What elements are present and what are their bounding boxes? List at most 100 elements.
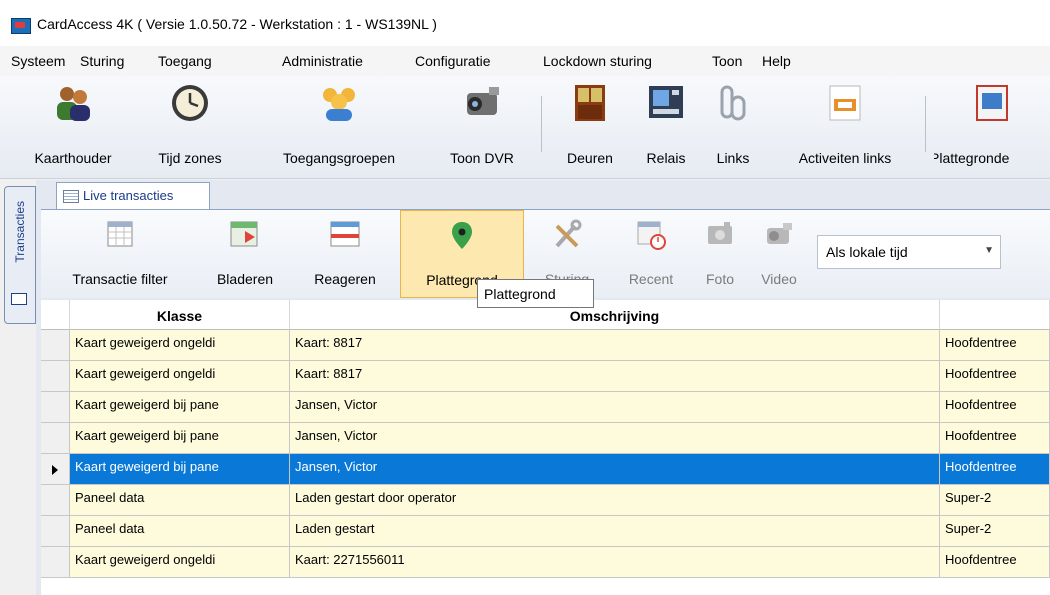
- links-button[interactable]: Links: [702, 76, 764, 176]
- plattegrond-tooltip: Plattegrond: [477, 279, 594, 308]
- cell-omschrijving: Jansen, Victor: [290, 423, 940, 454]
- door-icon: [575, 85, 605, 121]
- respond-icon: [330, 221, 360, 247]
- relais-button[interactable]: Relais: [633, 76, 699, 176]
- cell-location: Hoofdentree: [940, 547, 1050, 578]
- photo-icon: [708, 222, 732, 244]
- row-header[interactable]: [41, 330, 70, 361]
- activeiten-links-button[interactable]: Activeiten links: [774, 76, 916, 176]
- browse-icon: [230, 221, 258, 247]
- menu-help[interactable]: Help: [762, 53, 791, 69]
- row-header-corner: [41, 300, 70, 330]
- cell-klasse: Paneel data: [70, 485, 290, 516]
- table-row[interactable]: Kaart geweigerd bij pane Jansen, Victor …: [41, 423, 1050, 454]
- row-header[interactable]: [41, 392, 70, 423]
- column-header-3[interactable]: [940, 300, 1050, 330]
- camera-icon: [467, 87, 499, 115]
- menu-toegang[interactable]: Toegang: [158, 53, 212, 69]
- video-camera-icon: [767, 223, 792, 244]
- column-header-omschrijving[interactable]: Omschrijving: [290, 300, 940, 330]
- cell-omschrijving: Kaart: 8817: [290, 361, 940, 392]
- cell-klasse: Paneel data: [70, 516, 290, 547]
- table-row[interactable]: Kaart geweigerd bij pane Jansen, Victor …: [41, 392, 1050, 423]
- cell-location: Hoofdentree: [940, 361, 1050, 392]
- row-header[interactable]: [41, 485, 70, 516]
- row-header[interactable]: [41, 547, 70, 578]
- group-icon: [323, 88, 355, 121]
- column-header-klasse[interactable]: Klasse: [70, 300, 290, 330]
- cell-omschrijving: Kaart: 2271556011: [290, 547, 940, 578]
- cell-klasse: Kaart geweigerd ongeldi: [70, 547, 290, 578]
- cell-omschrijving: Jansen, Victor: [290, 392, 940, 423]
- main-toolbar: Kaarthouder Tijd zones Toegangsgroepen T…: [0, 76, 1050, 179]
- recent-button[interactable]: Recent: [609, 210, 693, 298]
- filter-grid-icon: [107, 221, 133, 247]
- cell-omschrijving: Jansen, Victor: [290, 454, 940, 485]
- cell-omschrijving: Laden gestart: [290, 516, 940, 547]
- toolbar-separator: [541, 96, 542, 152]
- plattegronden-button[interactable]: Plattegronde: [934, 76, 1050, 176]
- table-row-selected[interactable]: Kaart geweigerd bij pane Jansen, Victor …: [41, 454, 1050, 485]
- cell-location: Super-2: [940, 485, 1050, 516]
- cell-location: Hoofdentree: [940, 392, 1050, 423]
- toon-dvr-button[interactable]: Toon DVR: [432, 76, 532, 176]
- cell-location: Hoofdentree: [940, 423, 1050, 454]
- activity-link-icon: [829, 85, 861, 121]
- cell-klasse: Kaart geweigerd bij pane: [70, 423, 290, 454]
- table-row[interactable]: Kaart geweigerd ongeldi Kaart: 227155601…: [41, 547, 1050, 578]
- current-row-arrow-icon: [52, 465, 58, 475]
- transactions-table: Klasse Omschrijving Kaart geweigerd onge…: [41, 300, 1050, 595]
- menu-lockdown-sturing[interactable]: Lockdown sturing: [543, 53, 652, 69]
- floorplan-icon: [976, 85, 1008, 121]
- toolbar-separator: [925, 96, 926, 152]
- table-row[interactable]: Kaart geweigerd ongeldi Kaart: 8817 Hoof…: [41, 330, 1050, 361]
- window-title: CardAccess 4K ( Versie 1.0.50.72 - Werks…: [37, 16, 437, 32]
- cell-klasse: Kaart geweigerd bij pane: [70, 392, 290, 423]
- foto-button[interactable]: Foto: [695, 210, 745, 298]
- row-header[interactable]: [41, 516, 70, 547]
- deuren-button[interactable]: Deuren: [552, 76, 628, 176]
- tab-live-transacties[interactable]: Live transacties: [56, 182, 210, 210]
- menu-administratie[interactable]: Administratie: [282, 53, 363, 69]
- link-icon: [720, 85, 746, 121]
- grid-icon: [63, 190, 79, 203]
- menu-bar: Systeem Sturing Toegang Administratie Co…: [0, 46, 1050, 76]
- row-header[interactable]: [41, 454, 70, 485]
- clock-icon: [172, 85, 208, 121]
- title-bar: CardAccess 4K ( Versie 1.0.50.72 - Werks…: [0, 0, 1050, 46]
- toegangsgroepen-button[interactable]: Toegangsgroepen: [254, 76, 424, 176]
- app-icon: [11, 18, 31, 34]
- chevron-down-icon: ▼: [984, 245, 994, 256]
- table-row[interactable]: Paneel data Laden gestart Super-2: [41, 516, 1050, 547]
- menu-configuratie[interactable]: Configuratie: [415, 53, 491, 69]
- relay-panel-icon: [649, 86, 683, 118]
- time-mode-select[interactable]: Als lokale tijd ▼: [817, 235, 1001, 269]
- transacties-side-tab[interactable]: Transacties: [4, 186, 36, 324]
- video-button[interactable]: Video: [749, 210, 809, 298]
- menu-toon[interactable]: Toon: [712, 53, 742, 69]
- cell-location: Hoofdentree: [940, 454, 1050, 485]
- kaarthouder-button[interactable]: Kaarthouder: [14, 76, 132, 176]
- cell-omschrijving: Laden gestart door operator: [290, 485, 940, 516]
- map-pin-icon: [452, 222, 472, 249]
- recent-icon: [637, 221, 666, 250]
- bladeren-button[interactable]: Bladeren: [203, 210, 287, 298]
- tijd-zones-button[interactable]: Tijd zones: [144, 76, 236, 176]
- reageren-button[interactable]: Reageren: [299, 210, 391, 298]
- cell-klasse: Kaart geweigerd bij pane: [70, 454, 290, 485]
- menu-systeem[interactable]: Systeem: [11, 53, 65, 69]
- row-header[interactable]: [41, 423, 70, 454]
- table-row[interactable]: Kaart geweigerd ongeldi Kaart: 8817 Hoof…: [41, 361, 1050, 392]
- cell-location: Super-2: [940, 516, 1050, 547]
- tools-icon: [555, 219, 582, 248]
- panel-icon: [11, 293, 27, 305]
- menu-sturing[interactable]: Sturing: [80, 53, 124, 69]
- row-header[interactable]: [41, 361, 70, 392]
- table-row[interactable]: Paneel data Laden gestart door operator …: [41, 485, 1050, 516]
- cell-klasse: Kaart geweigerd ongeldi: [70, 361, 290, 392]
- cell-klasse: Kaart geweigerd ongeldi: [70, 330, 290, 361]
- transactie-filter-button[interactable]: Transactie filter: [51, 210, 189, 298]
- cardholder-icon: [57, 87, 90, 121]
- cell-location: Hoofdentree: [940, 330, 1050, 361]
- cell-omschrijving: Kaart: 8817: [290, 330, 940, 361]
